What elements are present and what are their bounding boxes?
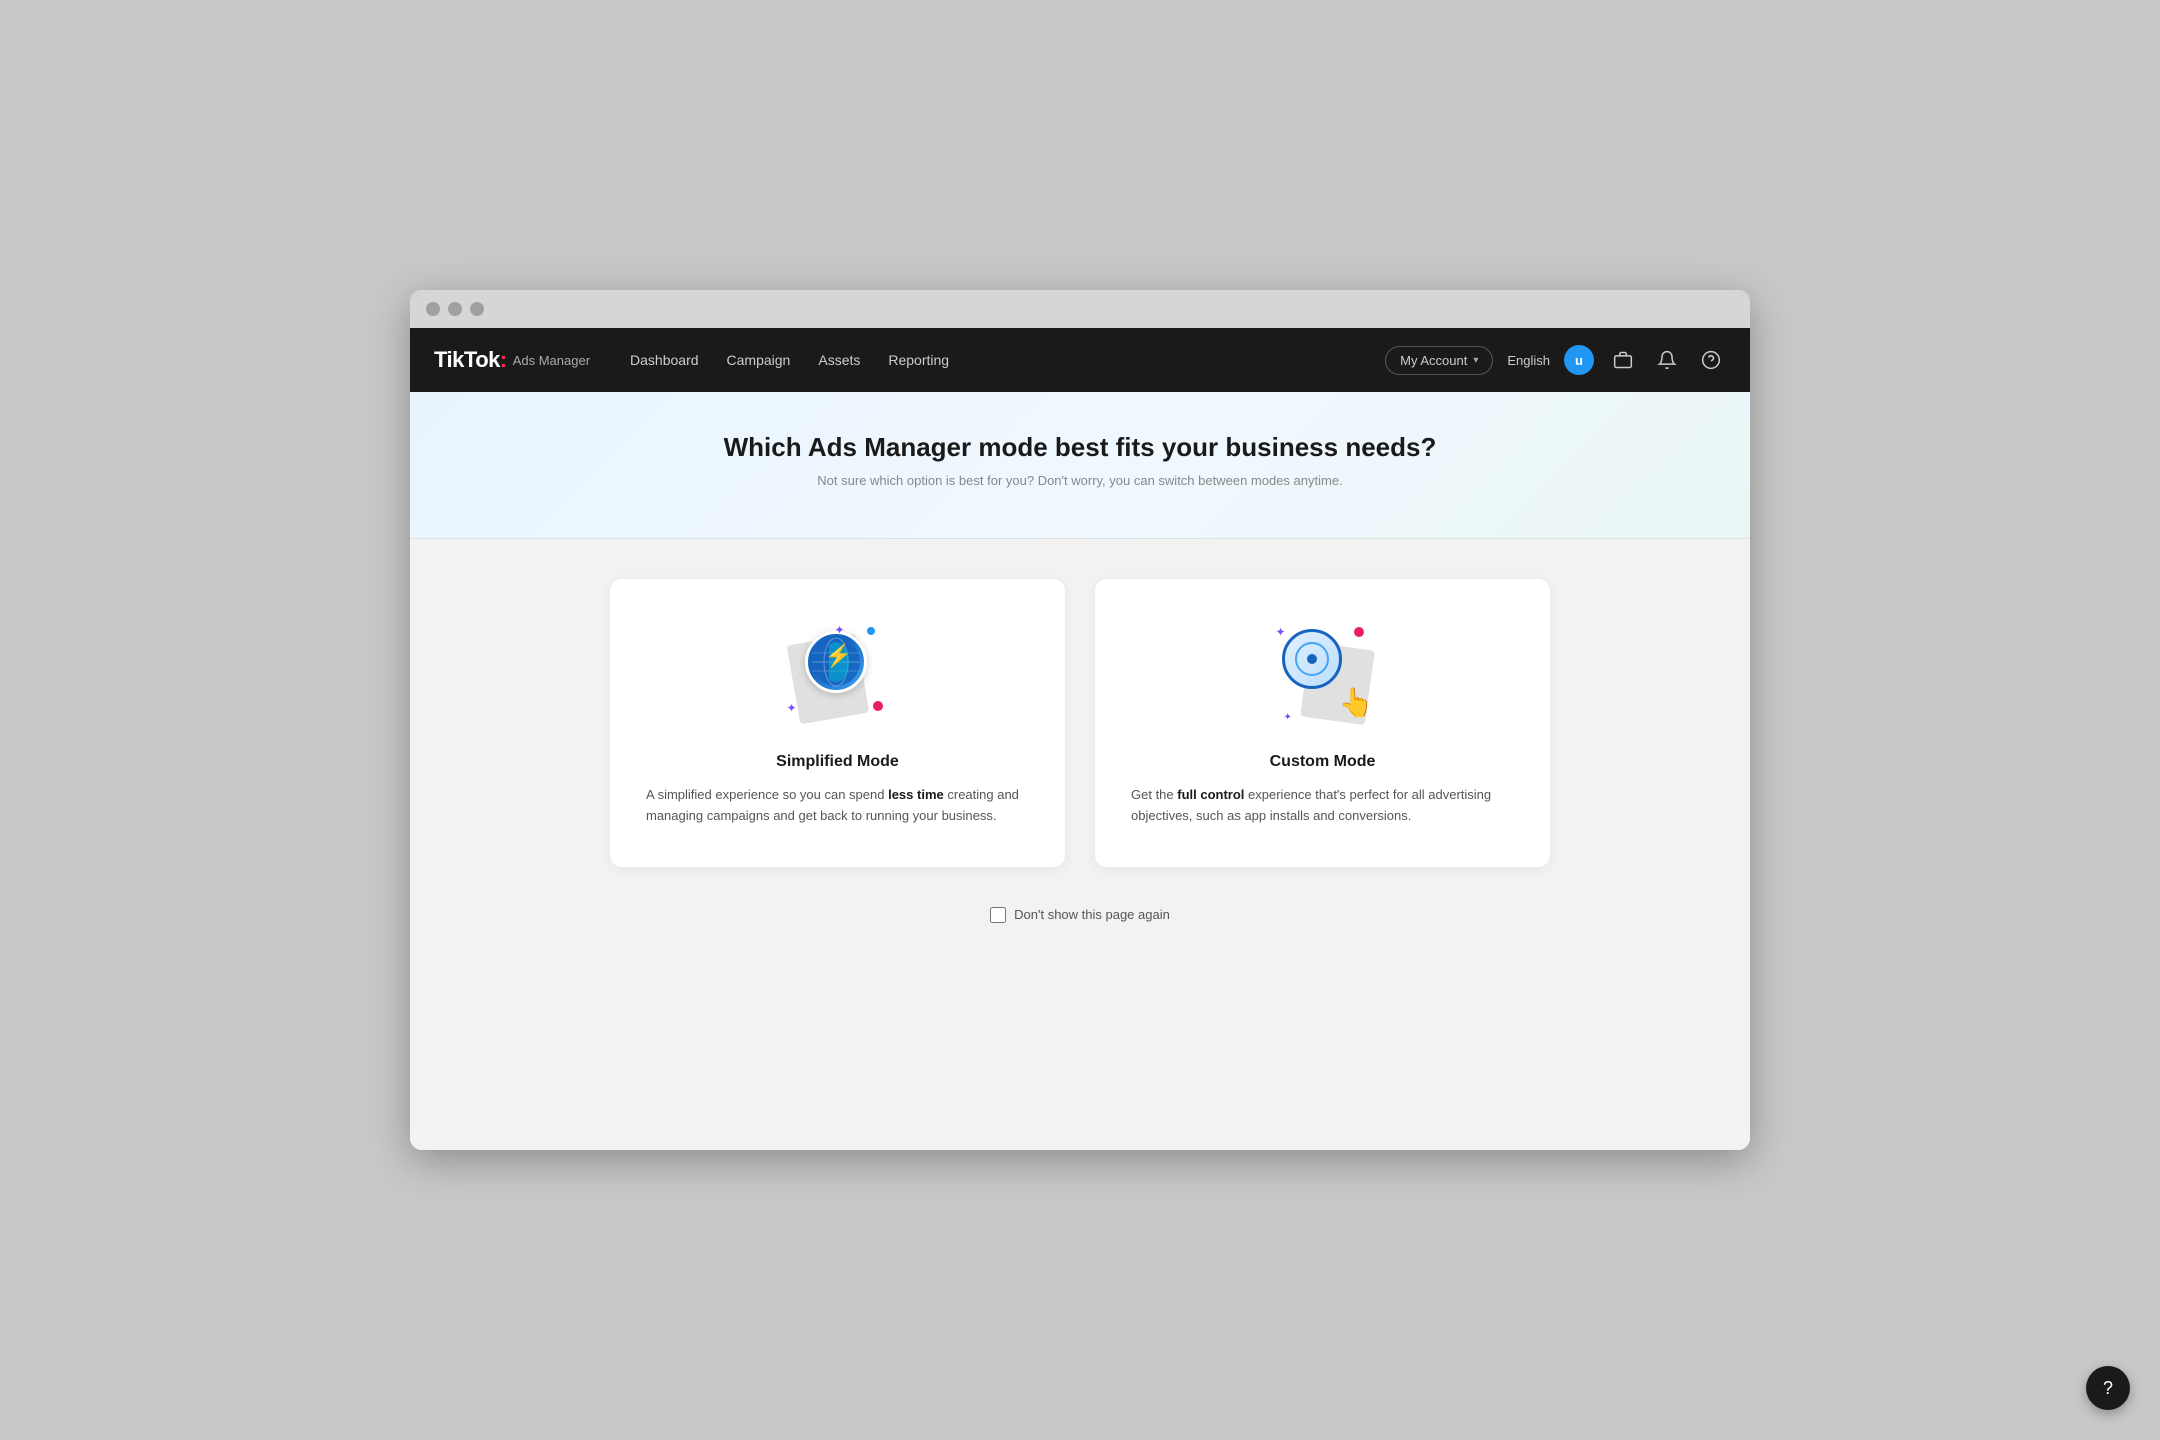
custom-target-dot — [1307, 654, 1317, 664]
sparkle-icon: ✦ — [835, 623, 845, 637]
my-account-button[interactable]: My Account ▾ — [1385, 346, 1493, 375]
custom-target-inner — [1295, 642, 1329, 676]
nav-dashboard[interactable]: Dashboard — [630, 352, 699, 368]
hand-cursor-icon: 👆 — [1339, 686, 1374, 719]
sparkle-icon-4: ✦ — [1284, 712, 1292, 723]
hero-subtitle: Not sure which option is best for you? D… — [430, 473, 1730, 488]
help-fab-icon: ? — [2103, 1378, 2113, 1399]
dont-show-checkbox-row: Don't show this page again — [990, 907, 1170, 923]
bell-icon[interactable] — [1652, 345, 1682, 375]
pink-dot — [873, 701, 883, 711]
hero-section: Which Ads Manager mode best fits your bu… — [410, 392, 1750, 539]
chevron-down-icon: ▾ — [1473, 355, 1478, 366]
dont-show-label[interactable]: Don't show this page again — [1014, 907, 1170, 922]
my-account-label: My Account — [1400, 353, 1467, 368]
sparkle-icon-3: ✦ — [1276, 625, 1286, 639]
cards-container: ⚡ ✦ ✦ Simplified Mode A simplified exper — [610, 579, 1550, 867]
simplified-mode-illustration: ⚡ ✦ ✦ — [783, 619, 893, 729]
page-title: Which Ads Manager mode best fits your bu… — [430, 432, 1730, 463]
help-fab-button[interactable]: ? — [2086, 1366, 2130, 1410]
traffic-light-minimize[interactable] — [448, 302, 462, 316]
nav-campaign[interactable]: Campaign — [727, 352, 791, 368]
nav-reporting[interactable]: Reporting — [888, 352, 949, 368]
help-circle-icon[interactable] — [1696, 345, 1726, 375]
browser-chrome — [410, 290, 1750, 328]
dont-show-checkbox[interactable] — [990, 907, 1006, 923]
logo-ads: Ads Manager — [513, 353, 590, 368]
simplified-mode-title: Simplified Mode — [646, 753, 1029, 771]
nav-links: Dashboard Campaign Assets Reporting — [630, 352, 1353, 368]
navbar: TikTok: Ads Manager Dashboard Campaign A… — [410, 328, 1750, 392]
briefcase-icon[interactable] — [1608, 345, 1638, 375]
nav-right: My Account ▾ English u — [1385, 345, 1726, 375]
custom-pink-dot — [1354, 627, 1364, 637]
nav-assets[interactable]: Assets — [818, 352, 860, 368]
language-label: English — [1507, 353, 1550, 368]
sparkle-icon-2: ✦ — [787, 701, 797, 715]
blue-dot — [867, 627, 875, 635]
traffic-light-maximize[interactable] — [470, 302, 484, 316]
custom-mode-title: Custom Mode — [1131, 753, 1514, 771]
traffic-light-close[interactable] — [426, 302, 440, 316]
custom-mode-card[interactable]: 👆 ✦ ✦ Custom Mode Get the full control e… — [1095, 579, 1550, 867]
user-avatar[interactable]: u — [1564, 345, 1594, 375]
simplified-mode-desc: A simplified experience so you can spend… — [646, 785, 1029, 827]
lightning-icon: ⚡ — [825, 643, 852, 669]
browser-window: TikTok: Ads Manager Dashboard Campaign A… — [410, 290, 1750, 1150]
logo-tiktok: TikTok: — [434, 347, 507, 373]
simplified-mode-card[interactable]: ⚡ ✦ ✦ Simplified Mode A simplified exper — [610, 579, 1065, 867]
logo-area: TikTok: Ads Manager — [434, 347, 590, 373]
custom-mode-desc: Get the full control experience that's p… — [1131, 785, 1514, 827]
custom-target-circle — [1282, 629, 1342, 689]
main-content: ⚡ ✦ ✦ Simplified Mode A simplified exper — [410, 539, 1750, 1150]
custom-mode-illustration: 👆 ✦ ✦ — [1268, 619, 1378, 729]
app-content: TikTok: Ads Manager Dashboard Campaign A… — [410, 328, 1750, 1150]
